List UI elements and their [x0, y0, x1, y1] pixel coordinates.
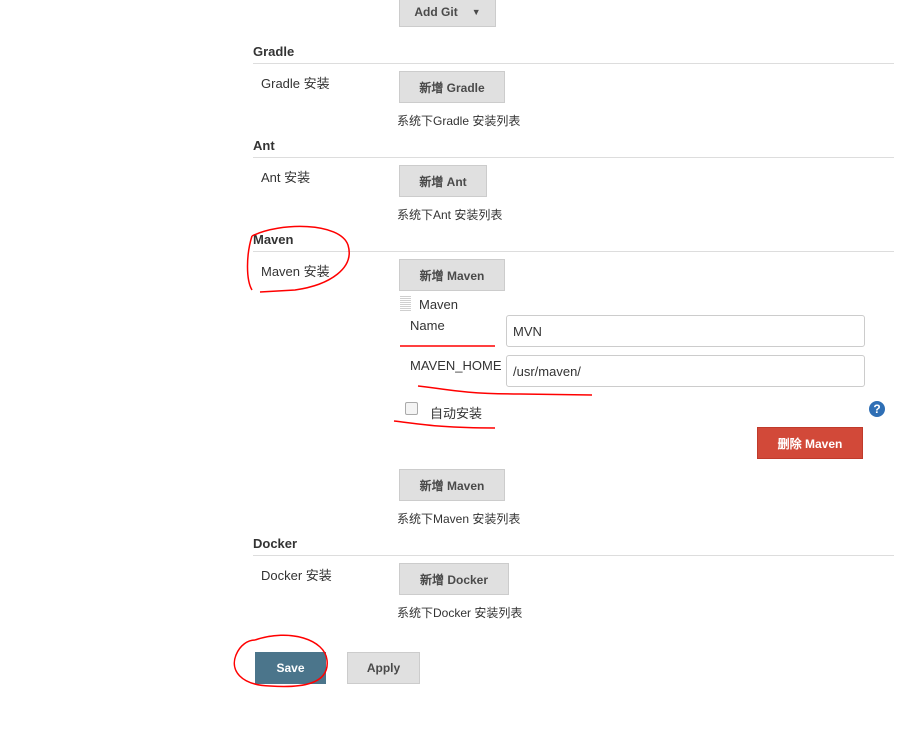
gradle-label: Gradle 安装 [261, 76, 330, 91]
apply-button[interactable]: Apply [347, 652, 420, 684]
gradle-hint: 系统下Gradle 安装列表 [397, 114, 521, 128]
drag-handle-icon[interactable] [400, 296, 411, 311]
docker-label: Docker 安装 [261, 568, 332, 583]
save-button[interactable]: Save [255, 652, 326, 684]
add-ant-button[interactable]: 新增 Ant [399, 165, 487, 197]
maven-hint: 系统下Maven 安装列表 [397, 512, 521, 526]
auto-install-label: 自动安装 [430, 406, 483, 421]
add-gradle-button[interactable]: 新增 Gradle [399, 71, 505, 103]
divider [253, 555, 894, 556]
help-icon[interactable]: ? [869, 401, 885, 417]
auto-install-checkbox[interactable] [405, 402, 418, 415]
divider [253, 157, 894, 158]
name-input[interactable]: MVN [506, 315, 865, 347]
annotation-underline-auto [393, 420, 496, 429]
add-maven-button[interactable]: 新增 Maven [399, 259, 505, 291]
caret-down-icon: ▼ [471, 6, 481, 17]
delete-maven-button[interactable]: 删除 Maven [757, 427, 863, 459]
section-maven: Maven [253, 232, 294, 247]
section-ant: Ant [253, 138, 275, 153]
maven-label: Maven 安装 [261, 264, 330, 279]
divider [253, 251, 894, 252]
ant-label: Ant 安装 [261, 170, 311, 185]
add-git-label: Add Git [414, 4, 458, 19]
section-docker: Docker [253, 536, 298, 551]
docker-hint: 系统下Docker 安装列表 [397, 606, 523, 620]
add-git-button[interactable]: Add Git ▼ [399, 0, 496, 27]
add-maven-button-2[interactable]: 新增 Maven [399, 469, 505, 501]
divider [253, 63, 894, 64]
maven-home-label: MAVEN_HOME [410, 358, 502, 373]
add-docker-button[interactable]: 新增 Docker [399, 563, 509, 595]
ant-hint: 系统下Ant 安装列表 [397, 208, 503, 222]
section-gradle: Gradle [253, 44, 295, 59]
maven-home-input[interactable]: /usr/maven/ [506, 355, 865, 387]
name-label: Name [410, 318, 445, 333]
annotation-underline-home [417, 385, 593, 396]
maven-item-title: Maven [419, 297, 459, 312]
